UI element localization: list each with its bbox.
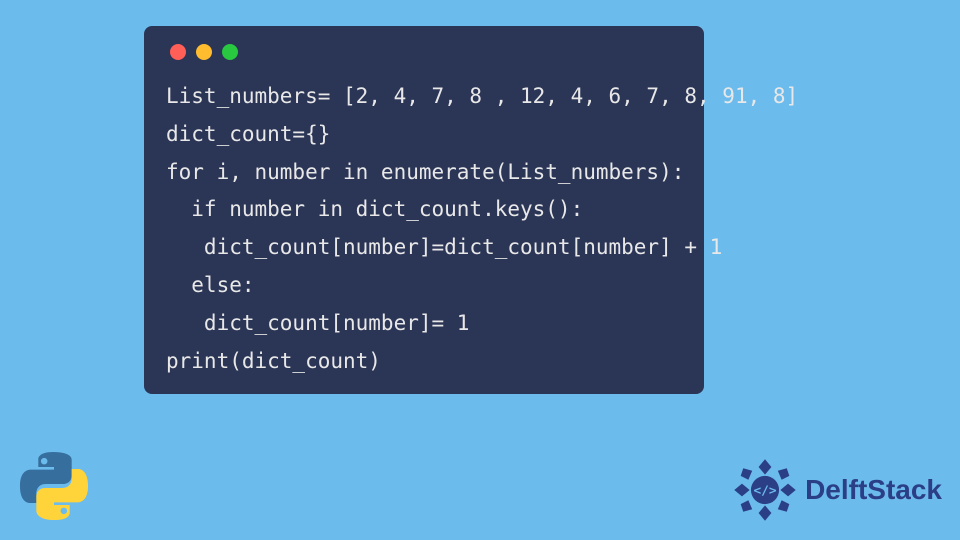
- code-line: else:: [166, 273, 255, 297]
- close-icon: [170, 44, 186, 60]
- code-line: for i, number in enumerate(List_numbers)…: [166, 160, 684, 184]
- delftstack-badge: </> DelftStack: [733, 458, 942, 522]
- code-line: List_numbers= [2, 4, 7, 8 , 12, 4, 6, 7,…: [166, 84, 798, 108]
- maximize-icon: [222, 44, 238, 60]
- svg-text:</>: </>: [754, 483, 777, 498]
- code-line: dict_count={}: [166, 122, 330, 146]
- code-line: print(dict_count): [166, 349, 381, 373]
- brand-name: DelftStack: [805, 474, 942, 506]
- code-line: if number in dict_count.keys():: [166, 197, 583, 221]
- code-body: List_numbers= [2, 4, 7, 8 , 12, 4, 6, 7,…: [166, 78, 682, 380]
- code-window: List_numbers= [2, 4, 7, 8 , 12, 4, 6, 7,…: [144, 26, 704, 394]
- minimize-icon: [196, 44, 212, 60]
- code-line: dict_count[number]= 1: [166, 311, 469, 335]
- delftstack-logo-icon: </>: [733, 458, 797, 522]
- window-traffic-lights: [170, 44, 682, 60]
- python-logo-icon: [18, 450, 90, 522]
- code-line: dict_count[number]=dict_count[number] + …: [166, 235, 722, 259]
